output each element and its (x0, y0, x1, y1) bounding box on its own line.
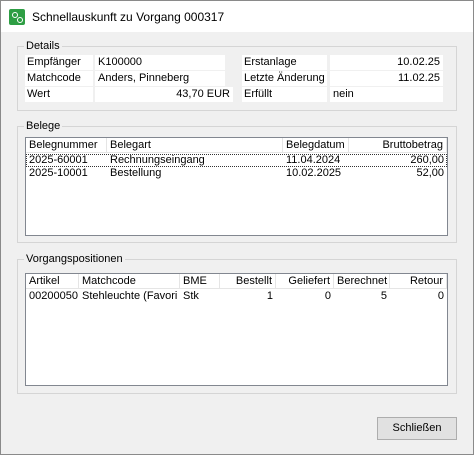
letzte-aenderung-value: 11.02.25 (330, 71, 443, 86)
cell-berechnet: 5 (380, 290, 387, 302)
cell-retour: 0 (437, 290, 444, 302)
table-row[interactable]: 2025-10001 Bestellung 10.02.2025 52,00 (26, 167, 447, 180)
cell-bruttobetrag: 52,00 (416, 167, 444, 179)
cell-bruttobetrag: 260,00 (410, 154, 444, 166)
vorgangspositionen-list[interactable]: Artikel Matchcode BME Bestellt Geliefert… (25, 273, 448, 386)
cell-geliefert: 0 (324, 290, 331, 302)
cell-belegdatum: 11.04.2024 (286, 154, 341, 166)
erstanlage-label: Erstanlage (242, 55, 327, 70)
col-bme[interactable]: BME (180, 274, 220, 289)
col-bestellt[interactable]: Bestellt (220, 274, 276, 289)
erfuellt-label: Erfüllt (242, 87, 327, 102)
cell-belegdatum: 10.02.2025 (286, 167, 342, 179)
dialog-window: Schnellauskunft zu Vorgang 000317 Detail… (0, 0, 474, 455)
cell-bestellt: 1 (266, 290, 273, 302)
cell-belegnummer: 2025-60001 (29, 154, 88, 166)
empfaenger-value: K100000 (95, 55, 225, 70)
matchcode-value: Anders, Pinneberg (95, 71, 225, 86)
erfuellt-value: nein (330, 87, 443, 102)
wert-value: 43,70 EUR (95, 87, 233, 102)
col-retour[interactable]: Retour (390, 274, 447, 289)
table-row[interactable]: 2025-60001 Rechnungseingang 11.04.2024 2… (26, 154, 447, 167)
cell-matchcode: Stehleuchte (Favori (82, 290, 178, 302)
app-icon (9, 8, 25, 25)
vorgangspositionen-header: Artikel Matchcode BME Bestellt Geliefert… (26, 274, 447, 289)
letzte-aenderung-label: Letzte Änderung (242, 71, 327, 86)
title-bar: Schnellauskunft zu Vorgang 000317 (1, 1, 473, 32)
cell-belegart: Rechnungseingang (110, 154, 205, 166)
belege-header: Belegnummer Belegart Belegdatum Bruttobe… (26, 138, 447, 153)
col-berechnet[interactable]: Berechnet (334, 274, 390, 289)
close-button[interactable]: Schließen (377, 417, 457, 440)
cell-bme: Stk (183, 290, 199, 302)
col-artikel[interactable]: Artikel (26, 274, 79, 289)
col-belegnummer[interactable]: Belegnummer (26, 138, 107, 153)
window-title: Schnellauskunft zu Vorgang 000317 (32, 9, 225, 24)
col-bruttobetrag[interactable]: Bruttobetrag (349, 138, 447, 153)
col-belegart[interactable]: Belegart (107, 138, 283, 153)
cell-artikel: 00200050 (29, 290, 78, 302)
col-geliefert[interactable]: Geliefert (276, 274, 334, 289)
belege-list[interactable]: Belegnummer Belegart Belegdatum Bruttobe… (25, 137, 448, 236)
vorgangspositionen-legend: Vorgangspositionen (26, 253, 123, 265)
empfaenger-label: Empfänger (25, 55, 93, 70)
cell-belegart: Bestellung (110, 167, 162, 179)
col-belegdatum[interactable]: Belegdatum (283, 138, 349, 153)
matchcode-label: Matchcode (25, 71, 93, 86)
erstanlage-value: 10.02.25 (330, 55, 443, 70)
cell-belegnummer: 2025-10001 (29, 167, 88, 179)
wert-label: Wert (25, 87, 93, 102)
col-matchcode[interactable]: Matchcode (79, 274, 180, 289)
belege-legend: Belege (26, 120, 61, 132)
table-row[interactable]: 00200050 Stehleuchte (Favori Stk 1 0 5 0 (26, 290, 447, 303)
details-legend: Details (26, 40, 60, 52)
